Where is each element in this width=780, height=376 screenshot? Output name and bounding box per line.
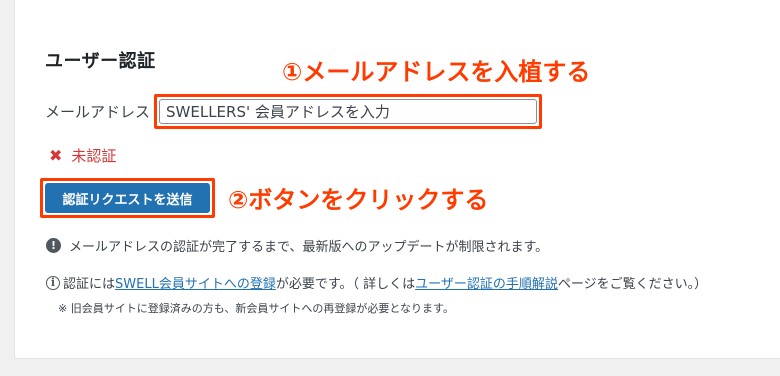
info-prefix: 認証には (63, 277, 116, 292)
email-input[interactable] (159, 99, 537, 124)
update-notice: ! メールアドレスの認証が完了するまで、最新版へのアップデートが制限されます。 (46, 236, 548, 255)
annotation-step2: ②ボタンをクリックする (228, 186, 489, 214)
exclamation-icon: ! (46, 238, 61, 253)
button-highlight-frame: 認証リクエストを送信 (40, 178, 215, 218)
page-title: ユーザー認証 (45, 51, 156, 72)
re-register-note: ※ 旧会員サイトに登録済みの方も、新会員サイトへの再登録が必要となります。 (58, 302, 454, 315)
annotation-step1: ①メールアドレスを入植する (282, 58, 591, 86)
info-icon: i (46, 275, 60, 290)
info-line: i 認証には SWELL会員サイトへの登録 が必要です。（ 詳しくは ユーザー認… (46, 273, 707, 292)
email-label: メールアドレス (45, 103, 151, 121)
status-text: 未認証 (71, 147, 117, 165)
swell-member-site-link[interactable]: SWELL会員サイトへの登録 (115, 273, 276, 292)
x-icon: ✖ (49, 145, 63, 165)
notice-text: メールアドレスの認証が完了するまで、最新版へのアップデートが制限されます。 (69, 240, 549, 255)
send-auth-request-button[interactable]: 認証リクエストを送信 (45, 183, 210, 213)
info-middle: が必要です。（ 詳しくは (275, 277, 416, 292)
email-highlight-frame (154, 94, 542, 129)
info-suffix: ページをご覧ください。） (557, 277, 708, 292)
auth-status: ✖ 未認証 (49, 145, 116, 166)
auth-guide-link[interactable]: ユーザー認証の手順解説 (415, 273, 558, 292)
